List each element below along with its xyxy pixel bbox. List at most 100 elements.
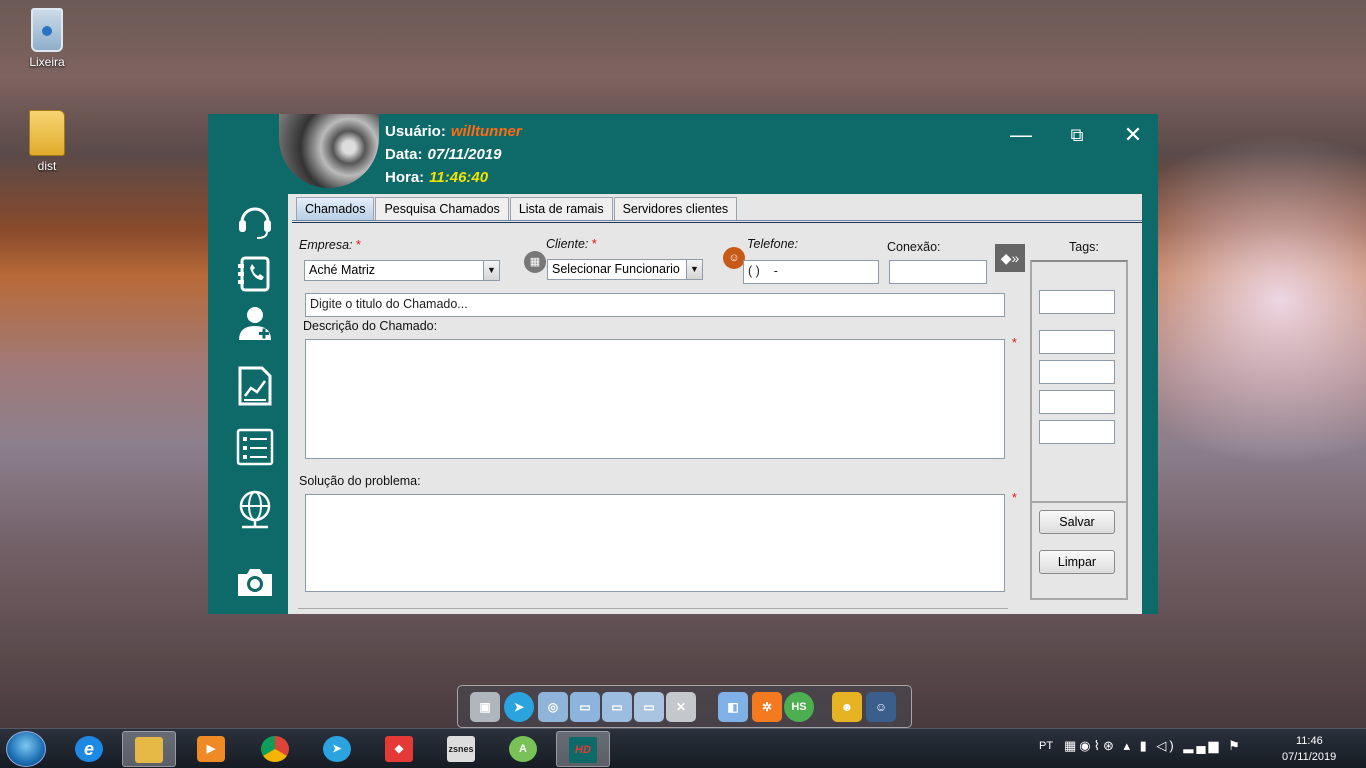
network-icon[interactable]: ◎ [538,692,568,722]
tag-field-4[interactable] [1039,390,1115,414]
conexao-label: Conexão: [887,240,941,254]
internet-explorer-icon: e [75,736,103,762]
chevron-down-icon: ▼ [686,260,702,279]
tray-icons: ▦◉⌇⊛ ▴ ▮ ◁) ▂▄▆ ⚑ [1064,738,1243,753]
taskbar-app-hd[interactable]: HD [556,731,610,767]
cube-icon[interactable]: ◧ [718,692,748,722]
bottom-divider [298,608,1008,609]
phone-book-icon[interactable] [236,254,274,294]
checklist-icon[interactable] [236,428,274,468]
headset-icon[interactable] [236,200,274,240]
report-chart-icon[interactable] [236,366,274,406]
tags-divider [1030,501,1128,503]
tab-pesquisa-chamados[interactable]: Pesquisa Chamados [375,197,509,220]
telegram-icon: ➤ [323,736,351,762]
language-indicator[interactable]: PT [1039,740,1053,752]
hs-icon[interactable]: HS [784,692,814,722]
taskbar-app-file-explorer[interactable] [122,731,176,767]
desktop-icon-label: Lixeira [29,55,65,69]
tag-field-1[interactable] [1039,290,1115,314]
tab-servidores-clientes[interactable]: Servidores clientes [613,197,738,220]
android-studio-icon: A [509,736,537,762]
folder-icon[interactable]: ▭ [570,692,600,722]
building-icon[interactable]: ▦ [524,251,546,273]
telegram-icon[interactable]: ➤ [504,692,534,722]
contact-person-icon[interactable]: ☺ [723,247,745,269]
game-icon[interactable]: ☻ [832,692,862,722]
tab-chamados[interactable]: Chamados [296,197,375,220]
taskbar-app-telegram[interactable]: ➤ [310,731,364,767]
taskbar: e ▶ ➤ ◆ zsnes A HD PT ▦◉⌇⊛ ▴ ▮ ◁) ▂▄▆ ⚑ … [0,728,1366,768]
zsnes-icon: zsnes [447,736,475,762]
empresa-label-text: Empresa: [299,238,353,252]
required-mark: * [1012,336,1017,350]
desktop-icon-recycle-bin[interactable]: Lixeira [12,8,82,69]
solucao-textarea[interactable] [305,494,1005,592]
network-globe-icon[interactable] [236,490,274,530]
folder-icon [29,110,65,156]
user-info: Usuário: willtunner Data: 07/11/2019 Hora:… [385,120,522,189]
folder-open-icon[interactable]: ▭ [602,692,632,722]
descricao-label: Descrição do Chamado: [303,319,438,333]
usuario-value: willtunner [450,123,522,140]
hd-app-icon: HD [569,737,597,763]
start-button[interactable] [6,731,46,767]
minimize-button[interactable]: — [1006,122,1036,148]
avatar-icon[interactable]: ☺ [866,692,896,722]
empresa-select[interactable]: Aché Matriz ▼ [304,260,500,281]
limpar-button[interactable]: Limpar [1039,550,1115,574]
cliente-label: Cliente: * [546,237,597,251]
main-panel: Chamados Pesquisa Chamados Lista de rama… [288,194,1142,614]
taskbar-app-internet-explorer[interactable]: e [62,731,116,767]
salvar-button[interactable]: Salvar [1039,510,1115,534]
hora-value: 11:46:40 [429,169,489,186]
required-mark: * [1012,491,1017,505]
telefone-field[interactable]: ( ) - [743,260,879,284]
taskbar-app-anydesk[interactable]: ◆ [372,731,426,767]
tag-field-2[interactable] [1039,330,1115,354]
cliente-select-value: Selecionar Funcionario [552,262,680,276]
tools-icon[interactable]: ✕ [666,692,696,722]
anydesk-icon: ◆ [385,736,413,762]
descricao-textarea[interactable] [305,339,1005,459]
conexao-field[interactable] [889,260,987,284]
taskbar-app-media-player[interactable]: ▶ [184,731,238,767]
clock-time[interactable]: 11:46 [1296,735,1323,747]
file-explorer-icon [135,737,163,763]
anydesk-connect-icon[interactable]: ◆» [995,244,1025,272]
close-button[interactable]: ✕ [1118,122,1148,148]
xampp-icon[interactable]: ✲ [752,692,782,722]
desktop-icon-label: dist [37,159,57,173]
usuario-label: Usuário: [385,123,446,140]
tab-lista-de-ramais[interactable]: Lista de ramais [509,197,613,220]
required-mark: * [591,237,597,251]
folder-sync-icon[interactable]: ▭ [634,692,664,722]
taskbar-app-zsnes[interactable]: zsnes [434,731,488,767]
media-player-icon: ▶ [197,736,225,762]
cliente-select[interactable]: Selecionar Funcionario ▼ [547,259,703,280]
tab-bar: Chamados Pesquisa Chamados Lista de rama… [296,197,738,221]
tags-label: Tags: [1069,240,1099,254]
required-mark: * [355,238,361,252]
tag-field-5[interactable] [1039,420,1115,444]
data-label: Data: [385,146,423,163]
camera-icon[interactable] [236,562,274,602]
clock-date[interactable]: 07/11/2019 [1282,751,1336,763]
telefone-label: Telefone: [747,237,798,251]
empresa-select-value: Aché Matriz [309,263,375,277]
hora-label: Hora: [385,169,425,186]
chrome-icon [261,736,289,762]
chevron-down-icon: ▼ [483,261,499,280]
taskbar-app-chrome[interactable] [248,731,302,767]
app-window: Usuário: willtunner Data: 07/11/2019 Hora:… [208,114,1158,614]
solucao-label: Solução do problema: [299,474,421,488]
computer-icon[interactable]: ▣ [470,692,500,722]
cliente-label-text: Cliente: [546,237,589,251]
titulo-input[interactable]: Digite o titulo do Chamado... [305,293,1005,317]
app-dock: ▣ ➤ ◎ ▭ ▭ ▭ ✕ ◧ ✲ HS ☻ ☺ [457,685,912,728]
add-user-icon[interactable] [236,304,274,344]
tag-field-3[interactable] [1039,360,1115,384]
taskbar-app-android-studio[interactable]: A [496,731,550,767]
desktop-icon-dist-folder[interactable]: dist [12,110,82,173]
maximize-button[interactable]: ⧉ [1062,122,1092,148]
